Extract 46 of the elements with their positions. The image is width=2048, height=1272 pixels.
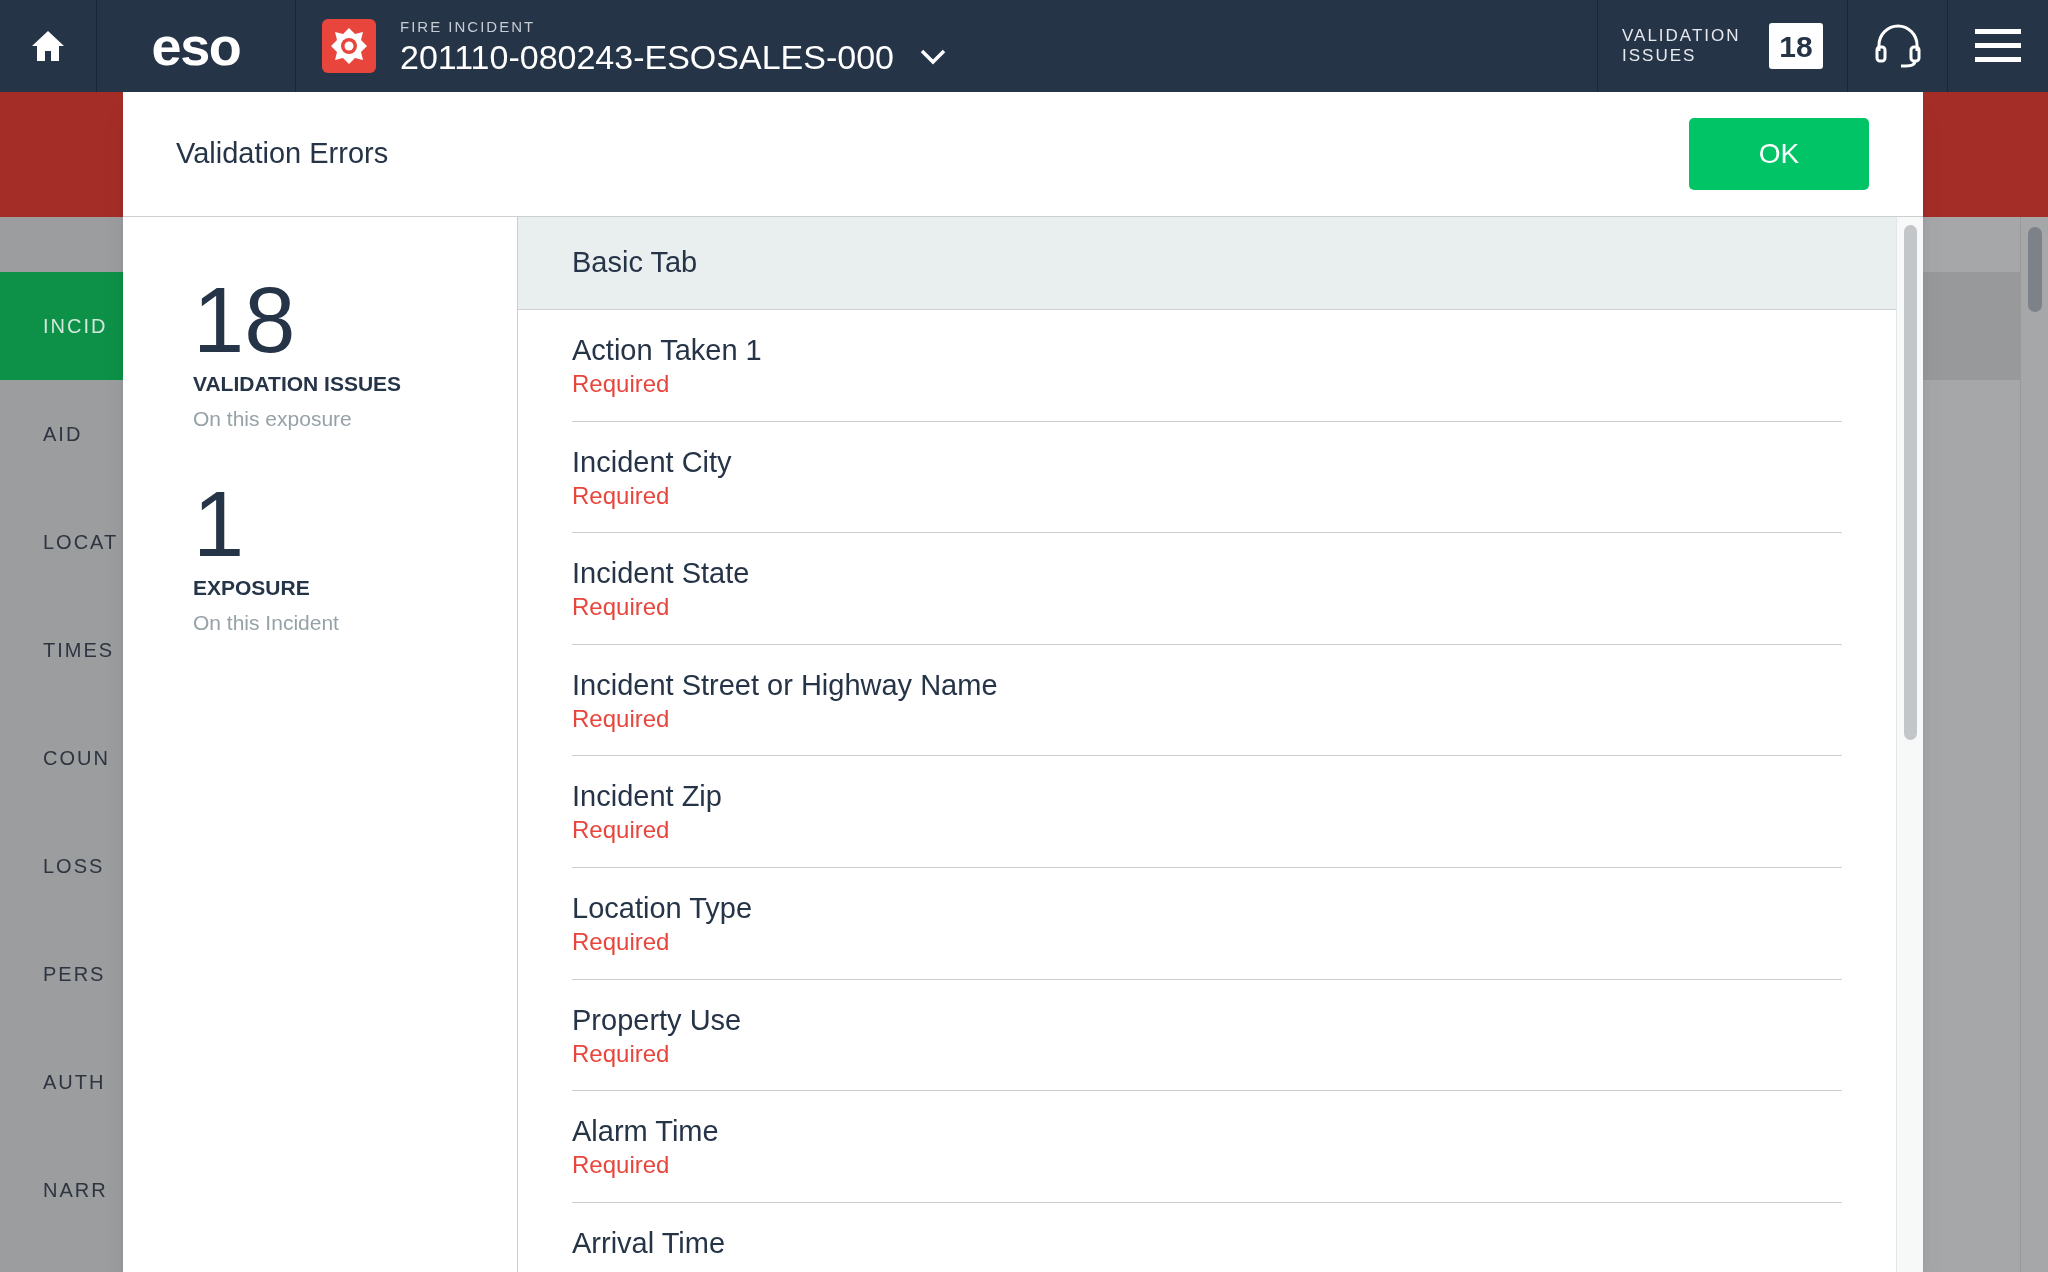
field-name: Incident State — [572, 556, 751, 592]
section-heading: Basic Tab — [572, 245, 698, 281]
home-icon — [30, 29, 66, 63]
error-row[interactable]: Location Type Required — [572, 867, 1842, 980]
error-row[interactable]: Incident Street or Highway Name Required — [572, 644, 1842, 757]
logo: eso — [151, 19, 241, 73]
field-name: Alarm Time — [572, 1114, 720, 1150]
error-message: Required — [572, 703, 671, 734]
field-name: Incident Street or Highway Name — [572, 667, 999, 703]
record-type-label: FIRE INCIDENT — [400, 18, 537, 34]
fire-badge-icon — [322, 19, 376, 73]
error-row[interactable]: Incident State Required — [572, 533, 1842, 645]
error-message: Required — [572, 815, 671, 846]
headset-icon — [1873, 23, 1922, 69]
incident-selector[interactable]: 201110-080243-ESOSALES-000 — [400, 39, 946, 74]
stat-label: VALIDATION ISSUES — [193, 370, 403, 397]
error-row[interactable]: Incident City Required — [572, 421, 1842, 534]
field-name: Property Use — [572, 1002, 743, 1038]
validation-count-badge[interactable]: 18 — [1769, 23, 1823, 69]
scrollbar-thumb[interactable] — [1903, 225, 1917, 740]
stat-note: On this exposure — [193, 406, 353, 433]
stat-number: 1 — [193, 482, 246, 566]
field-name: Location Type — [572, 890, 754, 926]
error-row[interactable]: Incident Zip Required — [572, 756, 1842, 868]
stat-note: On this Incident — [193, 610, 340, 637]
dialog-title: Validation Errors — [176, 136, 389, 172]
validation-issues-label: VALIDATION ISSUES — [1622, 26, 1742, 66]
error-message: Required — [572, 926, 671, 957]
error-message: Required — [572, 480, 671, 511]
chevron-down-icon — [920, 48, 946, 65]
field-name: Incident City — [572, 444, 733, 480]
error-row[interactable]: Action Taken 1 Required — [572, 310, 1842, 422]
error-row[interactable]: Property Use Required — [572, 979, 1842, 1092]
error-message: Required — [572, 1038, 671, 1069]
field-name: Arrival Time — [572, 1225, 727, 1261]
field-name: Action Taken 1 — [572, 333, 763, 368]
scrollbar-thumb[interactable] — [2027, 227, 2042, 312]
error-row[interactable]: Arrival Time — [572, 1202, 1842, 1272]
error-message: Required — [572, 592, 671, 623]
error-message: Required — [572, 369, 671, 399]
stat-label: EXPOSURE — [193, 574, 311, 601]
error-row[interactable]: Alarm Time Required — [572, 1091, 1842, 1203]
field-name: Incident Zip — [572, 779, 723, 815]
error-message: Required — [572, 1150, 671, 1181]
menu-icon — [1975, 29, 2021, 63]
stat-number: 18 — [193, 279, 297, 362]
